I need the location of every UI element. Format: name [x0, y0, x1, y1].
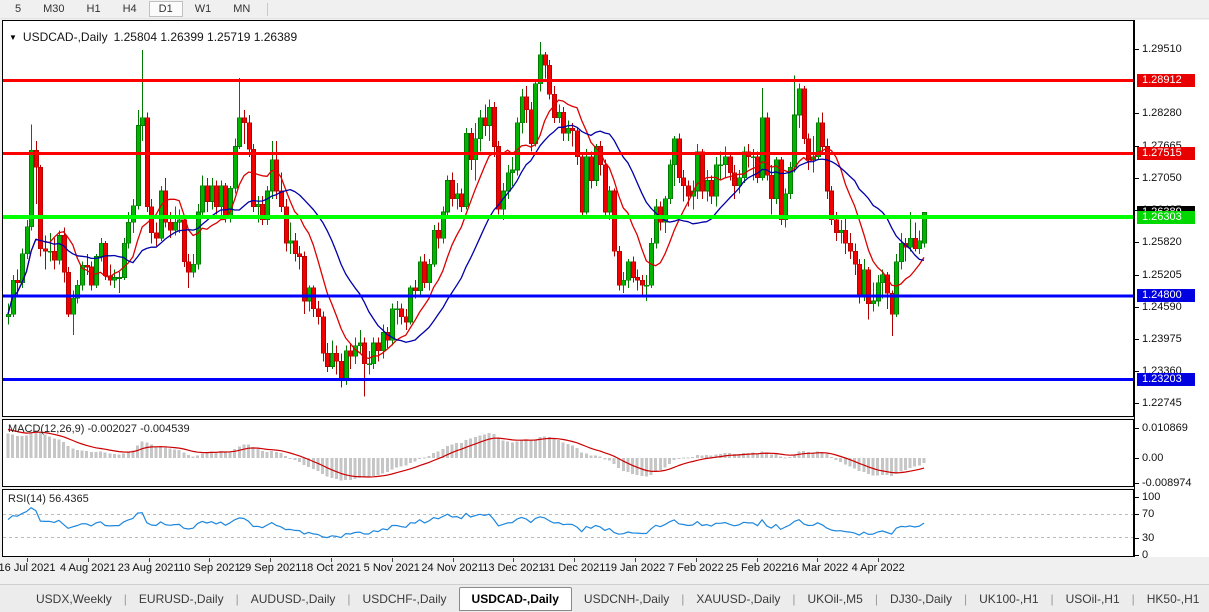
main-chart-panel[interactable]: ▼ USDCAD-,Daily 1.25804 1.26399 1.25719 … [2, 20, 1134, 417]
tab-audusd-daily[interactable]: AUDUSD-,Daily [241, 589, 346, 609]
tab-divider: | [1131, 591, 1135, 606]
price-tick-dash [1135, 306, 1139, 308]
tab-divider: | [681, 591, 685, 606]
rsi-chart[interactable] [3, 490, 1133, 556]
macd-label: MACD(12,26,9) -0.002027 -0.004539 [8, 423, 190, 435]
hline-price-label: 1.28912 [1137, 73, 1195, 87]
price-axis[interactable]: 1.295101.282801.276651.270501.264351.258… [1134, 20, 1209, 561]
price-tick-dash [1135, 113, 1139, 115]
macd-tick-dash [1135, 458, 1139, 459]
hline-price-label: 1.23203 [1137, 372, 1195, 386]
macd-tick-dash [1135, 428, 1139, 429]
collapse-chart-icon[interactable]: ▼ [9, 33, 17, 42]
price-tick: 1.22745 [1142, 397, 1182, 410]
date-label: 7 Feb 2022 [667, 562, 724, 574]
timeframe-button-mn[interactable]: MN [223, 1, 260, 17]
tab-usdcad-daily[interactable]: USDCAD-,Daily [458, 586, 572, 611]
price-tick: 1.24590 [1142, 300, 1182, 313]
price-tick: 1.23975 [1142, 333, 1182, 346]
date-label: 31 Dec 2021 [542, 562, 606, 574]
macd-tick: -0.008974 [1142, 476, 1192, 489]
rsi-tick: 70 [1142, 508, 1155, 521]
timeframe-button-h4[interactable]: H4 [113, 1, 147, 17]
price-tick-dash [1135, 49, 1139, 50]
tab-hk50-h1[interactable]: HK50-,H1 [1137, 589, 1209, 609]
tab-usdcnh-daily[interactable]: USDCNH-,Daily [574, 589, 679, 609]
date-label: 24 Nov 2021 [421, 562, 484, 574]
timeframe-toolbar: 5 M30 H1 H4 D1 W1 MN [0, 0, 1209, 19]
date-label: 16 Mar 2022 [786, 562, 849, 574]
date-label: 19 Jan 2022 [604, 562, 666, 574]
price-tick: 1.29510 [1142, 43, 1182, 55]
chart-tab-bar: USDX,Weekly | EURUSD-,Daily | AUDUSD-,Daily |… [0, 584, 1209, 612]
price-tick: 1.28280 [1142, 107, 1182, 120]
price-tick: 1.25820 [1142, 236, 1182, 249]
tab-usdx-weekly[interactable]: USDX,Weekly [26, 589, 122, 609]
chart-ohlc-values: 1.25804 1.26399 1.25719 1.26389 [113, 30, 298, 44]
rsi-tick-dash [1135, 514, 1139, 516]
price-tick-dash [1135, 242, 1139, 244]
macd-tick-dash [1135, 482, 1139, 484]
tab-divider: | [964, 591, 968, 606]
tab-divider: | [874, 591, 878, 606]
macd-panel[interactable]: MACD(12,26,9) -0.002027 -0.004539 [2, 419, 1134, 487]
price-tick: 1.27050 [1142, 171, 1182, 184]
rsi-tick-dash [1135, 555, 1139, 556]
chart-symbol-label: USDCAD-,Daily [22, 30, 108, 44]
rsi-tick-dash [1135, 497, 1139, 498]
chart-title-row: ▼ USDCAD-,Daily 1.25804 1.26399 1.25719 … [9, 30, 297, 44]
date-axis[interactable]: 16 Jul 2021 4 Aug 2021 23 Aug 2021 10 Sep 2… [0, 558, 1134, 582]
timeframe-button-5[interactable]: 5 [5, 1, 31, 17]
date-label: 10 Sep 2021 [178, 562, 241, 574]
toolbar-separator [267, 2, 269, 16]
price-tick-dash [1135, 339, 1139, 341]
rsi-tick: 0 [1142, 549, 1149, 561]
macd-tick: 0.00 [1142, 452, 1164, 464]
rsi-panel[interactable]: RSI(14) 56.4365 [2, 489, 1134, 557]
hline-price-label: 1.26303 [1137, 210, 1195, 224]
date-label: 5 Nov 2021 [363, 562, 420, 574]
tab-uk100-h1[interactable]: UK100-,H1 [969, 589, 1048, 609]
date-label: 23 Aug 2021 [117, 562, 180, 574]
date-label: 4 Aug 2021 [59, 562, 116, 574]
date-label: 13 Dec 2021 [482, 562, 545, 574]
price-tick-dash [1135, 403, 1139, 405]
candlestick-chart[interactable] [3, 21, 1133, 416]
rsi-tick-dash [1135, 537, 1139, 539]
tab-divider: | [1050, 591, 1054, 606]
hline-price-label: 1.24800 [1137, 289, 1195, 303]
tab-usoil-h1[interactable]: USOil-,H1 [1056, 589, 1130, 609]
macd-tick: 0.010869 [1142, 422, 1188, 434]
tab-xauusd-daily[interactable]: XAUUSD-,Daily [686, 589, 790, 609]
timeframe-button-h1[interactable]: H1 [77, 1, 111, 17]
tab-usdchf-daily[interactable]: USDCHF-,Daily [353, 589, 457, 609]
tab-ukoil-m5[interactable]: UKOil-,M5 [798, 589, 873, 609]
price-tick: 1.25205 [1142, 268, 1182, 281]
tab-divider: | [235, 591, 239, 606]
price-tick-dash [1135, 274, 1139, 276]
tab-dj30-daily[interactable]: DJ30-,Daily [880, 589, 962, 609]
tab-divider: | [123, 591, 127, 606]
timeframe-button-d1[interactable]: D1 [148, 1, 183, 17]
timeframe-button-w1[interactable]: W1 [185, 1, 222, 17]
tab-divider: | [792, 591, 796, 606]
rsi-tick: 100 [1142, 491, 1161, 503]
date-label: 4 Apr 2022 [851, 562, 905, 574]
hline-price-label: 1.27515 [1137, 147, 1195, 161]
timeframe-button-m30[interactable]: M30 [33, 1, 74, 17]
tab-eurusd-daily[interactable]: EURUSD-,Daily [129, 589, 234, 609]
date-label: 29 Sep 2021 [238, 562, 302, 574]
date-label: 25 Feb 2022 [725, 562, 788, 574]
date-label: 16 Jul 2021 [0, 562, 56, 574]
rsi-label: RSI(14) 56.4365 [8, 493, 89, 505]
mt4-window: 5 M30 H1 H4 D1 W1 MN ▼ USDCAD-,Daily 1.25804 1… [0, 0, 1209, 612]
price-tick-dash [1135, 177, 1139, 179]
tab-divider: | [347, 591, 351, 606]
rsi-tick: 30 [1142, 531, 1155, 544]
date-label: 18 Oct 2021 [301, 562, 361, 574]
